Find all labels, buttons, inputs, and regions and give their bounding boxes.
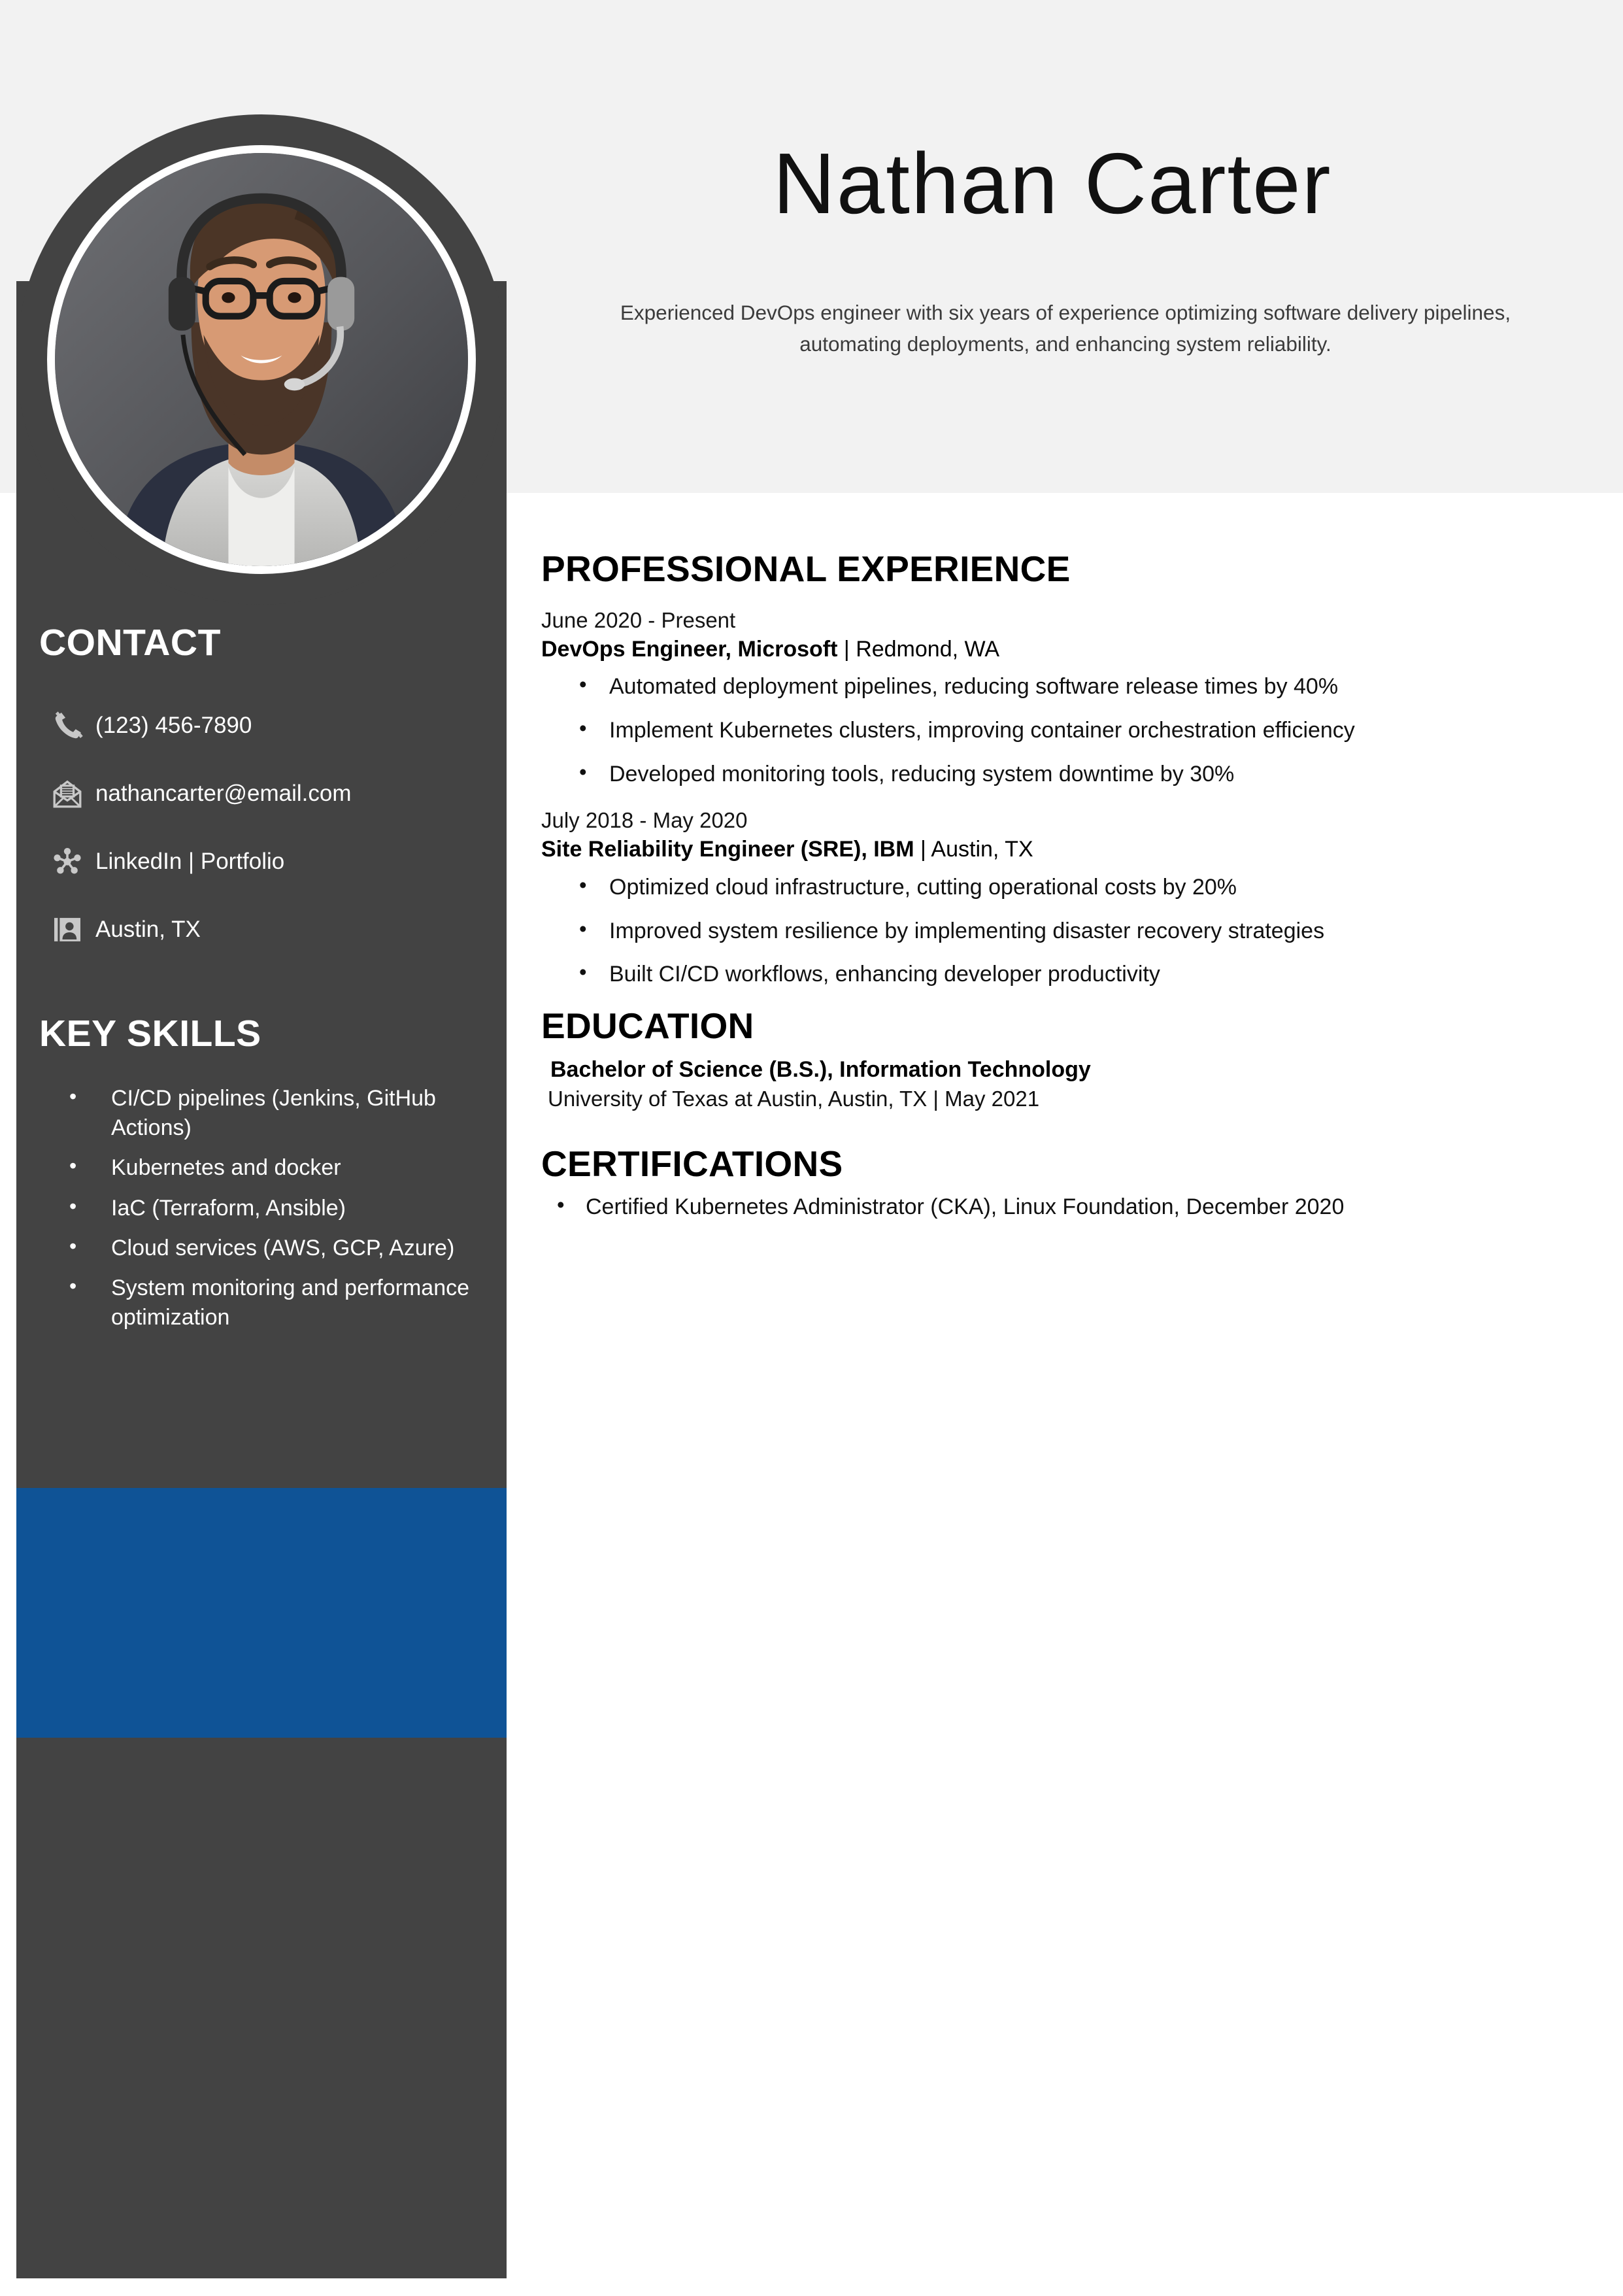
job-dates: July 2018 - May 2020	[541, 807, 748, 832]
job-location: Austin, TX	[931, 837, 1033, 862]
experience-heading: PROFESSIONAL EXPERIENCE	[541, 549, 1071, 589]
contact-list: (123) 456-7890 nathancarter@email.com Li…	[39, 692, 490, 964]
experience-bullets-1: Automated deployment pipelines, reducing…	[541, 670, 1574, 789]
job-location: Redmond, WA	[856, 636, 1000, 662]
list-item: Automated deployment pipelines, reducing…	[541, 670, 1574, 701]
list-item: Cloud services (AWS, GCP, Azure)	[58, 1232, 476, 1263]
contact-phone-value: (123) 456-7890	[95, 713, 252, 738]
main-content: PROFESSIONAL EXPERIENCE June 2020 - Pres…	[541, 549, 1574, 1222]
contact-heading: CONTACT	[39, 622, 221, 664]
certifications-list: Certified Kubernetes Administrator (CKA)…	[541, 1190, 1574, 1222]
list-item: Implement Kubernetes clusters, improving…	[541, 714, 1574, 745]
certifications-heading: CERTIFICATIONS	[541, 1143, 843, 1184]
contact-email-value: nathancarter@email.com	[95, 781, 352, 806]
contact-card-icon	[39, 913, 95, 946]
job-title-separator: |	[837, 636, 856, 662]
education-heading: EDUCATION	[541, 1005, 754, 1047]
job-title-separator: |	[914, 837, 931, 862]
sidebar-accent-bar	[16, 1488, 507, 1738]
email-icon	[39, 777, 95, 810]
list-item: IaC (Terraform, Ansible)	[58, 1192, 476, 1223]
job-title-line: DevOps Engineer, Microsoft | Redmond, WA	[541, 635, 1574, 665]
job-title-line: Site Reliability Engineer (SRE), IBM | A…	[541, 835, 1574, 865]
page-title: Nathan Carter	[773, 135, 1332, 231]
contact-location-value: Austin, TX	[95, 917, 201, 942]
experience-entry-2: July 2018 - May 2020 Site Reliability En…	[541, 806, 1574, 865]
avatar-photo-illustration	[55, 153, 468, 566]
education-degree: Bachelor of Science (B.S.), Information …	[550, 1056, 1091, 1082]
job-title-company: Site Reliability Engineer (SRE), IBM	[541, 837, 914, 862]
list-item: Developed monitoring tools, reducing sys…	[541, 758, 1574, 789]
contact-links-value: LinkedIn | Portfolio	[95, 849, 285, 874]
network-icon	[39, 845, 95, 878]
education-school: University of Texas at Austin, Austin, T…	[548, 1087, 1040, 1111]
list-item: CI/CD pipelines (Jenkins, GitHub Actions…	[58, 1083, 476, 1143]
key-skills-heading: KEY SKILLS	[39, 1013, 261, 1055]
experience-bullets-2: Optimized cloud infrastructure, cutting …	[541, 871, 1574, 990]
contact-item-phone[interactable]: (123) 456-7890	[39, 692, 490, 760]
list-item: Built CI/CD workflows, enhancing develop…	[541, 958, 1574, 989]
professional-summary: Experienced DevOps engineer with six yea…	[620, 301, 1511, 356]
list-item: Improved system resilience by implementi…	[541, 915, 1574, 946]
key-skills-list: CI/CD pipelines (Jenkins, GitHub Actions…	[58, 1083, 476, 1343]
job-title-company: DevOps Engineer, Microsoft	[541, 636, 838, 662]
contact-item-links[interactable]: LinkedIn | Portfolio	[39, 828, 490, 896]
avatar	[55, 153, 468, 566]
list-item: Optimized cloud infrastructure, cutting …	[541, 871, 1574, 902]
contact-item-email[interactable]: nathancarter@email.com	[39, 760, 490, 828]
contact-item-location[interactable]: Austin, TX	[39, 896, 490, 964]
job-dates: June 2020 - Present	[541, 607, 736, 632]
list-item: Kubernetes and docker	[58, 1152, 476, 1183]
phone-icon	[39, 709, 95, 742]
list-item: System monitoring and performance optimi…	[58, 1272, 476, 1332]
list-item: Certified Kubernetes Administrator (CKA)…	[541, 1190, 1574, 1222]
experience-entry-1: June 2020 - Present DevOps Engineer, Mic…	[541, 606, 1574, 665]
